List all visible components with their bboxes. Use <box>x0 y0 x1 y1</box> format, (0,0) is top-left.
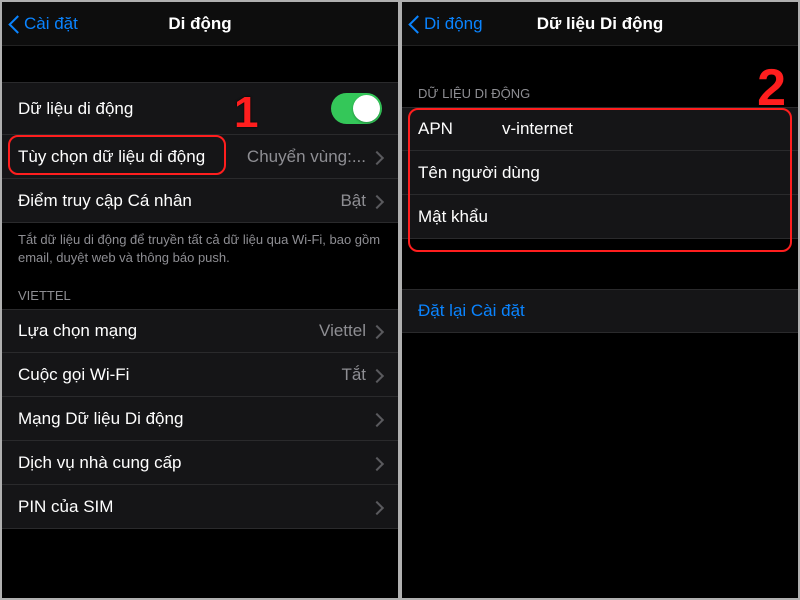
navbar-right: Di động Dữ liệu Di động <box>402 2 798 46</box>
label-password: Mật khẩu <box>418 207 488 227</box>
chevron-right-icon <box>374 324 382 338</box>
label-data-network: Mạng Dữ liệu Di động <box>18 409 183 429</box>
row-password[interactable]: Mật khẩu <box>402 195 798 239</box>
value-wifi-calling: Tắt <box>129 365 374 385</box>
chevron-back-icon <box>8 14 20 34</box>
value-hotspot: Bật <box>192 191 374 211</box>
label-hotspot: Điểm truy cập Cá nhân <box>18 191 192 211</box>
section-carrier: VIETTEL <box>2 270 398 309</box>
chevron-right-icon <box>374 194 382 208</box>
row-username[interactable]: Tên người dùng <box>402 151 798 195</box>
row-personal-hotspot[interactable]: Điểm truy cập Cá nhân Bật <box>2 179 398 223</box>
row-sim-pin[interactable]: PIN của SIM <box>2 485 398 529</box>
label-mobile-data: Dữ liệu di động <box>18 99 133 119</box>
chevron-right-icon <box>374 150 382 164</box>
label-wifi-calling: Cuộc gọi Wi-Fi <box>18 365 129 385</box>
row-mobile-data-options[interactable]: Tùy chọn dữ liệu di động Chuyển vùng:... <box>2 135 398 179</box>
row-network-selection[interactable]: Lựa chọn mạng Viettel <box>2 309 398 353</box>
annotation-number-2: 2 <box>757 58 786 118</box>
left-panel: Cài đặt Di động Dữ liệu di động Tùy chọn… <box>0 0 400 600</box>
label-carrier-services: Dịch vụ nhà cung cấp <box>18 453 182 473</box>
value-network-select: Viettel <box>137 321 374 341</box>
label-sim-pin: PIN của SIM <box>18 497 113 517</box>
chevron-right-icon <box>374 456 382 470</box>
row-apn[interactable]: APN v-internet <box>402 107 798 151</box>
row-wifi-calling[interactable]: Cuộc gọi Wi-Fi Tắt <box>2 353 398 397</box>
page-title: Di động <box>168 14 231 34</box>
reset-settings-link[interactable]: Đặt lại Cài đặt <box>418 301 525 321</box>
back-button[interactable]: Cài đặt <box>8 2 78 46</box>
section-mobile-data: DỮ LIỆU DI ĐỘNG <box>402 46 798 107</box>
spacer <box>402 239 798 289</box>
right-panel: Di động Dữ liệu Di động DỮ LIỆU DI ĐỘNG … <box>400 0 800 600</box>
back-button[interactable]: Di động <box>408 2 483 46</box>
back-label: Di động <box>424 14 483 34</box>
label-options: Tùy chọn dữ liệu di động <box>18 147 205 167</box>
back-label: Cài đặt <box>24 14 78 34</box>
label-username: Tên người dùng <box>418 163 540 183</box>
footer-note: Tắt dữ liệu di động để truyền tất cả dữ … <box>2 223 398 270</box>
chevron-right-icon <box>374 368 382 382</box>
label-apn: APN <box>418 119 478 139</box>
row-carrier-services[interactable]: Dịch vụ nhà cung cấp <box>2 441 398 485</box>
value-options: Chuyển vùng:... <box>205 147 374 167</box>
value-apn[interactable]: v-internet <box>478 119 782 139</box>
chevron-back-icon <box>408 14 420 34</box>
mobile-data-toggle[interactable] <box>331 93 382 124</box>
navbar-left: Cài đặt Di động <box>2 2 398 46</box>
chevron-right-icon <box>374 500 382 514</box>
row-mobile-data-network[interactable]: Mạng Dữ liệu Di động <box>2 397 398 441</box>
annotation-number-1: 1 <box>234 88 258 138</box>
label-network-select: Lựa chọn mạng <box>18 321 137 341</box>
spacer <box>2 46 398 82</box>
page-title: Dữ liệu Di động <box>537 14 664 34</box>
row-mobile-data[interactable]: Dữ liệu di động <box>2 82 398 135</box>
chevron-right-icon <box>374 412 382 426</box>
row-reset-settings[interactable]: Đặt lại Cài đặt <box>402 289 798 333</box>
